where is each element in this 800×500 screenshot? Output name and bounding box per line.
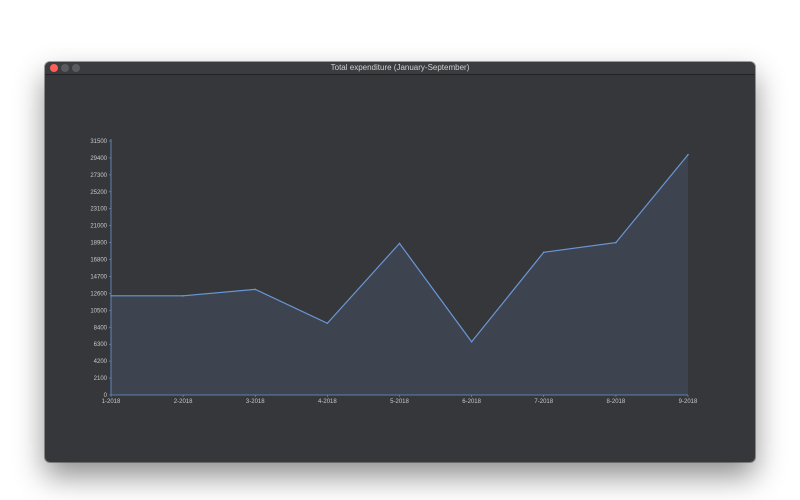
title-bar[interactable]: Total expenditure (January-September) bbox=[45, 62, 755, 75]
window-title: Total expenditure (January-September) bbox=[330, 63, 470, 72]
data-point-6 bbox=[470, 340, 473, 343]
data-point-5 bbox=[398, 242, 401, 245]
y-tick-label-5: 10500 bbox=[90, 308, 107, 314]
area-fill bbox=[111, 154, 688, 395]
x-tick-label-4: 5-2018 bbox=[390, 399, 409, 405]
x-tick-label-5: 6-2018 bbox=[462, 399, 481, 405]
app-window: Total expenditure (January-September) 02… bbox=[45, 62, 755, 462]
y-tick-label-12: 25200 bbox=[90, 190, 107, 196]
y-tick-label-1: 2100 bbox=[94, 376, 108, 382]
y-tick-label-11: 23100 bbox=[90, 207, 107, 213]
y-tick-label-13: 27300 bbox=[90, 173, 107, 179]
x-tick-label-0: 1-2018 bbox=[102, 399, 121, 405]
y-tick-label-15: 31500 bbox=[90, 139, 107, 145]
x-tick-label-6: 7-2018 bbox=[534, 399, 553, 405]
x-tick-label-3: 4-2018 bbox=[318, 399, 337, 405]
data-point-9 bbox=[687, 153, 689, 156]
y-tick-label-8: 16800 bbox=[90, 258, 107, 264]
y-tick-label-9: 18900 bbox=[90, 241, 107, 247]
y-tick-label-10: 21000 bbox=[90, 224, 107, 230]
data-point-7 bbox=[542, 251, 545, 254]
x-tick-label-2: 3-2018 bbox=[246, 399, 265, 405]
data-point-3 bbox=[254, 288, 257, 291]
x-tick-label-1: 2-2018 bbox=[174, 399, 193, 405]
y-tick-label-2: 4200 bbox=[94, 359, 108, 365]
x-tick-label-8: 9-2018 bbox=[679, 399, 698, 405]
y-tick-label-14: 29400 bbox=[90, 156, 107, 162]
chart-area: 0 2100 4200 6300 8400 10500 12600 14700 16800 189… bbox=[45, 75, 755, 462]
y-tick-label-3: 6300 bbox=[94, 342, 108, 348]
y-tick-label-7: 14700 bbox=[90, 274, 107, 280]
x-tick-label-7: 8-2018 bbox=[607, 399, 626, 405]
area-chart: 0210042006300840010500126001470016800189… bbox=[90, 139, 698, 405]
data-point-8 bbox=[615, 241, 617, 244]
y-tick-label-6: 12600 bbox=[90, 291, 107, 297]
data-point-2 bbox=[182, 295, 184, 297]
y-tick-label-4: 8400 bbox=[94, 325, 108, 331]
data-point-4 bbox=[326, 322, 329, 325]
